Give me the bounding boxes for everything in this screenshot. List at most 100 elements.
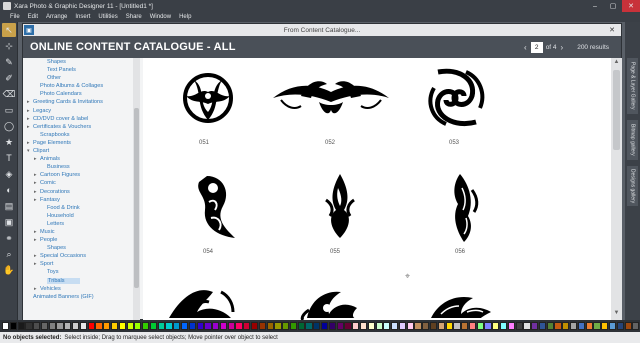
eraser-icon[interactable]: ⌫ [2,87,16,101]
clipart-thumb-052[interactable] [273,81,389,114]
tab-bitmap-gallery[interactable]: Bitmap gallery [627,120,638,160]
tree-item[interactable]: ▸ Legacy [23,107,133,115]
color-swatch[interactable] [624,322,632,330]
color-swatch[interactable] [468,322,477,330]
menu-utilities[interactable]: Utilities [98,14,117,20]
color-swatch[interactable] [134,322,142,330]
menu-window[interactable]: Window [150,14,171,20]
push-icon[interactable]: ✋ [2,263,16,277]
clipart-thumb-058[interactable] [300,291,357,320]
color-swatch[interactable] [149,322,158,330]
tree-item[interactable]: ▸ Vehicles [23,285,133,293]
color-swatch[interactable] [538,322,547,330]
freehand-icon[interactable]: ✐ [2,71,16,85]
color-swatch[interactable] [87,322,95,330]
color-swatch[interactable] [515,322,523,330]
color-swatch[interactable] [352,322,360,330]
contour-icon[interactable]: ⊹ [2,39,16,53]
maximize-button[interactable]: ▢ [604,0,622,12]
page-number-input[interactable]: 2 [530,41,543,53]
color-swatch[interactable] [305,322,313,330]
color-swatch[interactable] [531,322,539,330]
color-swatch[interactable] [391,322,399,330]
color-swatch[interactable] [118,322,126,330]
clipart-thumb-054[interactable] [198,176,235,238]
scroll-up-icon[interactable]: ▲ [612,59,621,68]
color-swatch[interactable] [484,322,492,330]
close-button[interactable]: ✕ [622,0,640,12]
color-swatch[interactable] [188,322,196,330]
menu-insert[interactable]: Insert [75,14,90,20]
color-swatch[interactable] [196,322,204,330]
color-swatch[interactable] [9,322,17,330]
color-swatch[interactable] [414,322,422,330]
color-swatch[interactable] [523,322,531,330]
clipart-thumb-057[interactable] [169,290,235,318]
color-swatch[interactable] [282,322,290,330]
color-swatch[interactable] [173,322,181,330]
color-swatch[interactable] [219,322,228,330]
tree-item[interactable]: Toys [23,268,133,276]
color-swatch[interactable] [103,322,111,330]
color-swatch[interactable] [608,322,617,330]
color-swatch[interactable] [297,322,305,330]
color-swatch[interactable] [274,322,282,330]
color-swatch[interactable] [212,322,220,330]
color-swatch[interactable] [2,322,10,330]
color-swatch[interactable] [453,322,461,330]
tab-page-layer-gallery[interactable]: Page & Layer Gallery [627,58,638,114]
menu-help[interactable]: Help [179,14,191,20]
color-swatch[interactable] [40,322,49,330]
color-swatch[interactable] [204,322,212,330]
pen-icon[interactable]: ✎ [2,55,16,69]
scroll-down-icon[interactable]: ▼ [612,310,621,319]
color-swatch[interactable] [492,322,500,330]
color-swatch[interactable] [289,322,298,330]
tree-item[interactable]: Food & Drink [23,204,133,212]
tree-item[interactable]: Household [23,212,133,220]
color-swatch[interactable] [72,322,80,330]
color-swatch[interactable] [546,322,554,330]
tab-designs-gallery[interactable]: Designs gallery [627,166,638,206]
prev-page-icon[interactable]: ‹ [524,43,527,52]
menu-share[interactable]: Share [126,14,142,20]
tree-item[interactable]: Tribals [23,277,133,285]
tree-item[interactable]: Shapes [23,58,133,66]
color-swatch[interactable] [383,322,391,330]
color-swatch[interactable] [429,322,438,330]
color-swatch[interactable] [398,322,407,330]
tree-item[interactable]: Animated Banners (GIF) [23,293,133,301]
color-swatch[interactable] [235,322,243,330]
color-swatch[interactable] [593,322,601,330]
tree-item[interactable]: ▸ Certificates & Vouchers [23,123,133,131]
color-swatch[interactable] [507,322,515,330]
clipart-thumb-051[interactable] [183,73,233,123]
color-swatch[interactable] [437,322,445,330]
color-swatch[interactable] [227,322,235,330]
color-swatch[interactable] [251,322,259,330]
color-swatch[interactable] [577,322,585,330]
color-swatch[interactable] [445,322,453,330]
color-swatch[interactable] [344,322,352,330]
tree-item[interactable]: ▸ Cartoon Figures [23,171,133,179]
color-swatch[interactable] [476,322,484,330]
color-swatch[interactable] [570,322,578,330]
clipart-thumb-056[interactable] [454,174,479,242]
color-swatch[interactable] [336,322,344,330]
color-swatch[interactable] [601,322,609,330]
tree-item[interactable]: ▸ People [23,236,133,244]
color-swatch[interactable] [243,322,251,330]
selector-icon[interactable]: ↖ [2,23,16,37]
tree-item[interactable]: ▸ Music [23,228,133,236]
clipart-thumb-053[interactable] [428,68,485,126]
color-swatch[interactable] [25,322,33,330]
tree-item[interactable]: ▸ Page Elements [23,139,133,147]
tree-item[interactable]: ▸ Greeting Cards & Invitations [23,98,133,106]
color-swatch[interactable] [258,322,266,330]
gallery-scroll-thumb[interactable] [613,70,620,150]
tree-scrollbar[interactable] [133,58,140,320]
color-swatch[interactable] [56,322,64,330]
tree-item[interactable]: ▸ Comic [23,179,133,187]
next-page-icon[interactable]: › [561,43,564,52]
color-swatch[interactable] [157,322,165,330]
